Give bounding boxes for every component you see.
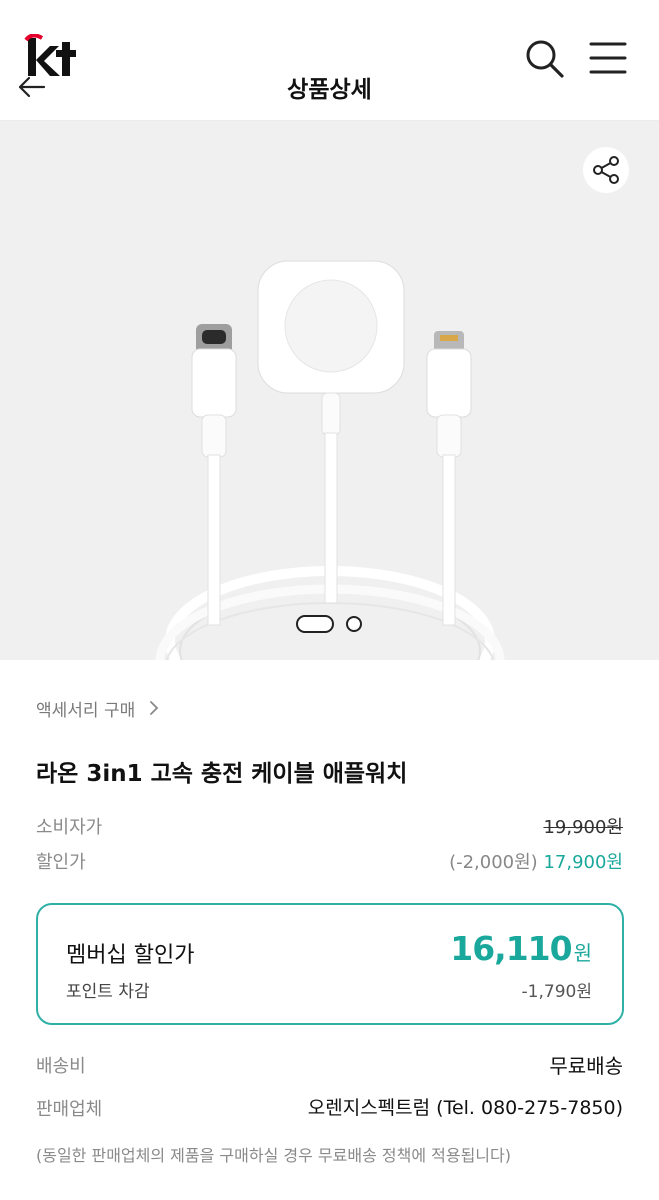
- search-icon[interactable]: [524, 38, 566, 80]
- seller-label: 판매업체: [36, 1099, 103, 1120]
- point-deduct-value: -1,790원: [521, 982, 592, 1002]
- shipping-note: (동일한 판매업체의 제품을 구매하실 경우 무료배송 정책에 적용됩니다): [36, 1146, 511, 1165]
- membership-price-box: 멤버십 할인가 16,110 원 포인트 차감 -1,790원: [36, 903, 624, 1025]
- point-deduct-label: 포인트 차감: [66, 982, 150, 1002]
- shipping-value: 무료배송: [549, 1054, 623, 1078]
- consumer-price: 19,900원: [543, 817, 623, 838]
- shipping-label: 배송비: [36, 1056, 86, 1077]
- product-image: [155, 260, 505, 660]
- chevron-right-icon: [150, 701, 159, 715]
- membership-price-unit: 원: [573, 941, 592, 965]
- discount-price-label: 할인가: [36, 852, 86, 873]
- breadcrumb[interactable]: 액세서리 구매: [36, 696, 135, 721]
- menu-icon[interactable]: [588, 40, 628, 76]
- consumer-price-label: 소비자가: [36, 817, 103, 838]
- share-button[interactable]: [583, 147, 629, 193]
- membership-price: 16,110 원: [450, 929, 592, 968]
- product-name: 라온 3in1 고속 충전 케이블 애플워치: [36, 761, 408, 787]
- discount-price: 17,900원: [543, 852, 623, 873]
- carousel-indicator: [296, 615, 366, 633]
- seller-value: 오렌지스펙트럼 (Tel. 080-275-7850): [307, 1097, 623, 1119]
- discount-amount: (-2,000원): [449, 852, 538, 873]
- membership-price-value: 16,110: [450, 929, 572, 968]
- membership-title: 멤버십 할인가: [66, 943, 195, 968]
- header: 상품상세: [0, 0, 659, 121]
- carousel-dot-active[interactable]: [296, 615, 334, 633]
- carousel-dot[interactable]: [346, 616, 362, 632]
- product-image-carousel[interactable]: [0, 121, 659, 660]
- discount-price-row: (-2,000원) 17,900원: [449, 848, 623, 874]
- share-icon: [593, 156, 619, 184]
